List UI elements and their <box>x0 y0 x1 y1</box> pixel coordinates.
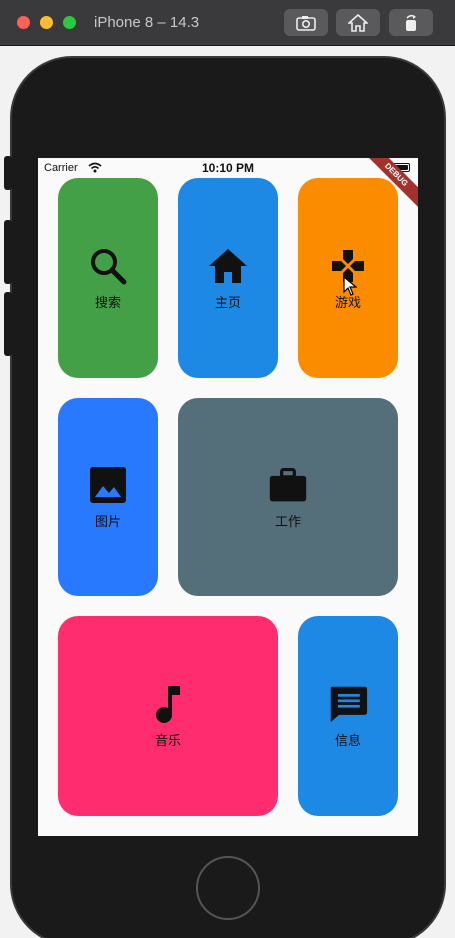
home-toolbar-button[interactable] <box>336 9 380 36</box>
message-icon <box>328 684 368 724</box>
camera-icon <box>296 15 316 31</box>
tile-work-label: 工作 <box>274 513 301 529</box>
tile-pictures[interactable]: 图片 <box>58 398 158 596</box>
tile-messages-label: 信息 <box>334 732 361 748</box>
device-screen: Carrier 10:10 PM DEBUG 搜索 主页 游戏 图片 工作 音乐… <box>38 158 418 836</box>
music-note-icon <box>148 684 188 724</box>
minimize-window-button[interactable] <box>40 16 53 29</box>
tile-messages[interactable]: 信息 <box>298 616 398 816</box>
status-bar: Carrier 10:10 PM <box>38 158 418 178</box>
volume-up-button[interactable] <box>4 220 12 284</box>
volume-down-button[interactable] <box>4 292 12 356</box>
tile-search[interactable]: 搜索 <box>58 178 158 378</box>
zoom-window-button[interactable] <box>63 16 76 29</box>
window-title: iPhone 8 – 14.3 <box>94 14 200 31</box>
home-icon <box>348 13 368 32</box>
close-window-button[interactable] <box>17 16 30 29</box>
mute-switch[interactable] <box>4 156 12 190</box>
tile-search-label: 搜索 <box>94 294 121 310</box>
rotate-button[interactable] <box>389 9 433 36</box>
tile-pictures-label: 图片 <box>94 513 121 529</box>
briefcase-icon <box>268 465 308 505</box>
screenshot-button[interactable] <box>284 9 328 36</box>
tile-music-label: 音乐 <box>154 732 181 748</box>
device-home-button[interactable] <box>196 856 260 920</box>
simulator-titlebar: iPhone 8 – 14.3 <box>0 0 455 46</box>
image-icon <box>88 465 128 505</box>
rotate-icon <box>406 14 416 31</box>
home-icon <box>208 246 248 286</box>
tile-home[interactable]: 主页 <box>178 178 278 378</box>
tile-work[interactable]: 工作 <box>178 398 398 596</box>
search-icon <box>88 246 128 286</box>
mouse-cursor-icon <box>343 276 357 296</box>
tile-music[interactable]: 音乐 <box>58 616 278 816</box>
tile-home-label: 主页 <box>214 294 241 310</box>
status-time: 10:10 PM <box>201 161 255 175</box>
